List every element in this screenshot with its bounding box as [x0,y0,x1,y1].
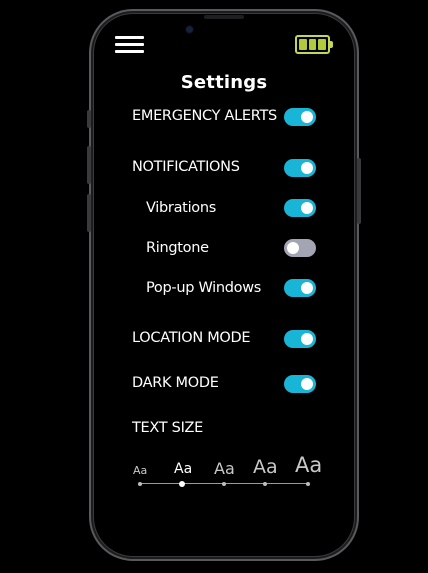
dark-mode-toggle[interactable] [284,375,316,393]
vibrations-label: Vibrations [146,200,217,216]
text-size-stop-4[interactable] [306,482,310,486]
text-size-option-xl[interactable]: Aa [295,453,322,477]
front-camera [186,26,193,33]
emergency-alerts-label: EMERGENCY ALERTS [132,108,277,124]
app-stage: Settings EMERGENCY ALERTS NOTIFICATIONS … [0,0,428,573]
ringtone-label: Ringtone [146,240,209,256]
volume-up-button [87,146,91,184]
text-size-option-xs[interactable]: Aa [133,464,147,477]
popup-windows-label: Pop-up Windows [146,280,262,296]
popup-windows-toggle[interactable] [284,279,316,297]
location-mode-label: LOCATION MODE [132,330,251,346]
speaker-grille [204,15,244,19]
volume-down-button [87,194,91,232]
text-size-option-s[interactable]: Aa [174,461,192,477]
hamburger-menu-icon[interactable] [115,36,144,54]
vibrations-toggle[interactable] [284,199,316,217]
text-size-stop-1[interactable] [179,481,185,487]
battery-full-icon [295,35,335,54]
text-size-option-l[interactable]: Aa [253,456,278,478]
ringtone-toggle[interactable] [284,239,316,257]
location-mode-toggle[interactable] [284,330,316,348]
text-size-option-m[interactable]: Aa [214,459,235,478]
text-size-label: TEXT SIZE [132,420,204,436]
text-size-stop-0[interactable] [138,482,142,486]
page-title: Settings [180,72,268,93]
battery-level [295,35,330,54]
text-size-stop-2[interactable] [222,482,226,486]
mute-switch [87,110,91,128]
power-button [357,158,361,224]
emergency-alerts-toggle[interactable] [284,108,316,126]
text-size-stop-3[interactable] [263,482,267,486]
notifications-toggle[interactable] [284,159,316,177]
notifications-label: NOTIFICATIONS [132,159,240,175]
dark-mode-label: DARK MODE [132,375,219,391]
